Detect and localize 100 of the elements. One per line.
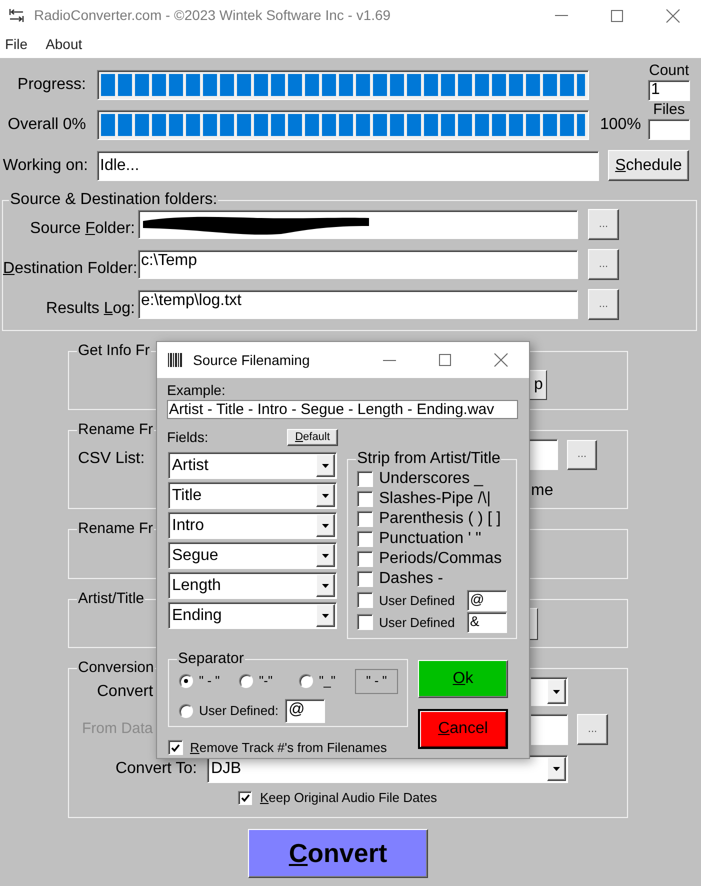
checkbox-label: Keep Original Audio File Dates — [260, 789, 438, 808]
arrows-icon — [9, 8, 24, 23]
status-field[interactable]: Idle... — [97, 150, 599, 180]
checkbox-label: Periods/Commas — [379, 550, 502, 568]
caret-down-icon — [316, 484, 335, 507]
vertical-bars-icon — [168, 353, 183, 367]
group-title: Strip from Artist/Title — [356, 450, 502, 468]
text-field[interactable]: @ — [285, 699, 326, 723]
group-title: Get Info Fr — [77, 342, 151, 360]
schedule-button[interactable]: Schedule — [608, 150, 689, 181]
check-icon — [171, 744, 180, 752]
menu-item[interactable]: About — [40, 31, 88, 58]
radio-button[interactable] — [299, 674, 313, 688]
caret-down-icon — [547, 757, 566, 781]
checkbox[interactable] — [357, 551, 373, 567]
checkbox-label: User Defined — [379, 614, 455, 630]
group-title: Artist/Title — [77, 590, 146, 608]
window-title: RadioConverter.com - ©2023 Wintek Software Inc - v1.69 — [34, 6, 391, 25]
text-field[interactable]: @ — [467, 590, 507, 610]
counter-label: Count — [648, 62, 690, 80]
dropdown[interactable]: Artist — [168, 452, 337, 479]
counter-label: Files — [653, 101, 685, 119]
convert-button[interactable]: Convert — [248, 829, 428, 878]
text-field[interactable]: & — [467, 612, 507, 632]
checkbox[interactable] — [238, 791, 252, 805]
dropdown[interactable]: Segue — [168, 542, 337, 569]
checkbox[interactable] — [357, 592, 373, 608]
field-label: Convert To: — [114, 759, 197, 779]
folder-field[interactable]: e:\temp\log.txt — [138, 290, 578, 319]
folder-field[interactable]: c:\Temp — [138, 250, 578, 279]
checkbox[interactable] — [357, 511, 373, 527]
dialog-title: Source Filenaming — [193, 350, 310, 370]
checkbox-label: Slashes-Pipe /\| — [379, 490, 491, 508]
fields-label: Fields: — [167, 429, 210, 446]
default-button[interactable]: Default — [287, 429, 338, 446]
checkbox[interactable] — [357, 614, 373, 630]
checkbox[interactable] — [357, 471, 373, 487]
browse-button[interactable]: ... — [588, 209, 619, 240]
option-label: "_" — [319, 672, 336, 690]
radio-button[interactable] — [179, 704, 193, 718]
counter-field[interactable]: 1 — [648, 80, 690, 101]
folder-label: Results Log: — [45, 299, 135, 319]
dropdown[interactable]: Length — [168, 572, 337, 599]
browse-button[interactable]: ... — [577, 714, 608, 745]
caret-down-icon — [316, 574, 335, 597]
example-field[interactable]: Artist - Title - Intro - Segue - Length - Ending.wav — [167, 400, 518, 419]
field-label: CSV List: — [78, 450, 145, 468]
caret-down-icon — [316, 604, 335, 627]
checkbox-label: User Defined — [379, 592, 455, 608]
browse-button[interactable]: ... — [567, 440, 597, 470]
option-label: User Defined: — [199, 702, 278, 720]
browse-button[interactable]: ... — [588, 249, 619, 280]
separator-preview: " - " — [355, 668, 398, 694]
folder-label: Source Folder: — [29, 219, 135, 239]
checkbox[interactable] — [357, 531, 373, 547]
caret-down-icon — [316, 454, 335, 477]
group-title: Rename Fr — [77, 520, 154, 538]
checkbox-label: Remove Track #'s from Filenames — [190, 738, 387, 757]
field-label: Convert — [97, 682, 154, 702]
dropdown[interactable]: Intro — [168, 512, 337, 539]
checkbox[interactable] — [168, 740, 183, 755]
check-icon — [240, 794, 250, 802]
checkbox[interactable] — [357, 491, 373, 507]
dropdown[interactable] — [531, 677, 568, 706]
minimize-icon — [554, 15, 568, 16]
caret-down-icon — [316, 544, 335, 567]
text-field[interactable] — [530, 439, 558, 470]
checkbox-label: Dashes - — [379, 570, 444, 588]
progress-label: Overall 0% — [6, 115, 86, 135]
example-label: Example: — [167, 382, 226, 399]
group-title: Conversion — [77, 659, 155, 677]
folder-field[interactable] — [138, 210, 578, 239]
caret-down-icon — [547, 679, 566, 704]
caption-text: me — [531, 482, 554, 500]
folder-label: Destination Folder: — [3, 259, 135, 279]
checkbox-label: Underscores _ — [379, 470, 484, 488]
progress-label: Progress: — [16, 75, 86, 95]
group-title: Rename Fr — [77, 421, 154, 439]
text-field[interactable] — [531, 714, 568, 745]
ok-button[interactable]: Ok — [418, 660, 508, 698]
close-icon — [666, 8, 680, 22]
action-button[interactable] — [530, 608, 538, 640]
browse-button[interactable]: ... — [588, 289, 619, 320]
checkbox[interactable] — [357, 571, 373, 587]
cancel-button[interactable]: Cancel — [418, 709, 508, 749]
counter-field[interactable] — [648, 119, 690, 140]
radio-button[interactable] — [179, 674, 193, 688]
dropdown[interactable]: Title — [168, 482, 337, 509]
radio-button[interactable] — [239, 674, 253, 688]
checkbox-label: Parenthesis ( ) [ ] — [379, 510, 501, 528]
menu-item[interactable]: File — [0, 31, 33, 58]
checkbox-label: Punctuation ' " — [379, 530, 482, 548]
group-title: Source & Destination folders: — [9, 191, 218, 209]
action-button[interactable]: p — [530, 370, 547, 400]
dropdown[interactable]: Ending — [168, 602, 337, 629]
option-label: " - " — [199, 672, 220, 690]
percent-label: 100% — [600, 115, 641, 135]
group-title: Separator — [177, 650, 245, 668]
caret-down-icon — [316, 514, 335, 537]
maximize-icon — [611, 10, 623, 22]
